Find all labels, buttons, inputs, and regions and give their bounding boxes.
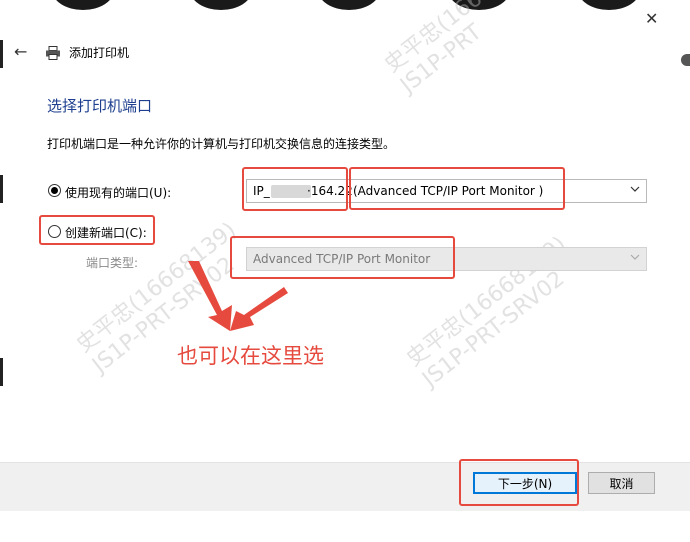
description-text: 打印机端口是一种允许你的计算机与打印机交换信息的连接类型。 xyxy=(47,137,396,151)
back-arrow-icon[interactable]: ← xyxy=(14,42,27,61)
chevron-down-icon xyxy=(630,186,640,192)
port-type-label: 端口类型: xyxy=(86,256,139,270)
annotation-arrows xyxy=(188,261,288,331)
background-edge xyxy=(681,54,690,66)
use-existing-port-radio[interactable] xyxy=(48,184,61,197)
highlight-box-create-radio xyxy=(39,215,155,245)
use-existing-port-label[interactable]: 使用现有的端口(U): xyxy=(65,184,171,201)
background-shape xyxy=(578,0,640,10)
highlight-box-monitor xyxy=(349,167,565,210)
dialog-footer xyxy=(0,462,690,511)
background-shape xyxy=(318,0,380,10)
dialog-title: 添加打印机 xyxy=(69,46,130,60)
highlight-box-ip xyxy=(242,167,348,211)
background-edge xyxy=(0,40,3,68)
background-edge xyxy=(0,358,3,386)
annotation-text: 也可以在这里选 xyxy=(177,344,324,368)
background-shape xyxy=(448,0,510,10)
background-shape xyxy=(190,0,252,10)
close-icon[interactable]: ✕ xyxy=(645,9,658,28)
section-title: 选择打印机端口 xyxy=(47,97,153,115)
cancel-button[interactable]: 取消 xyxy=(588,472,655,494)
printer-icon xyxy=(46,46,60,60)
background-shape xyxy=(52,0,114,10)
watermark: 史平忠(1666 JS1P-PRT xyxy=(380,0,499,99)
background-edge xyxy=(0,175,3,203)
chevron-down-icon xyxy=(630,254,640,260)
highlight-box-next xyxy=(459,459,579,506)
